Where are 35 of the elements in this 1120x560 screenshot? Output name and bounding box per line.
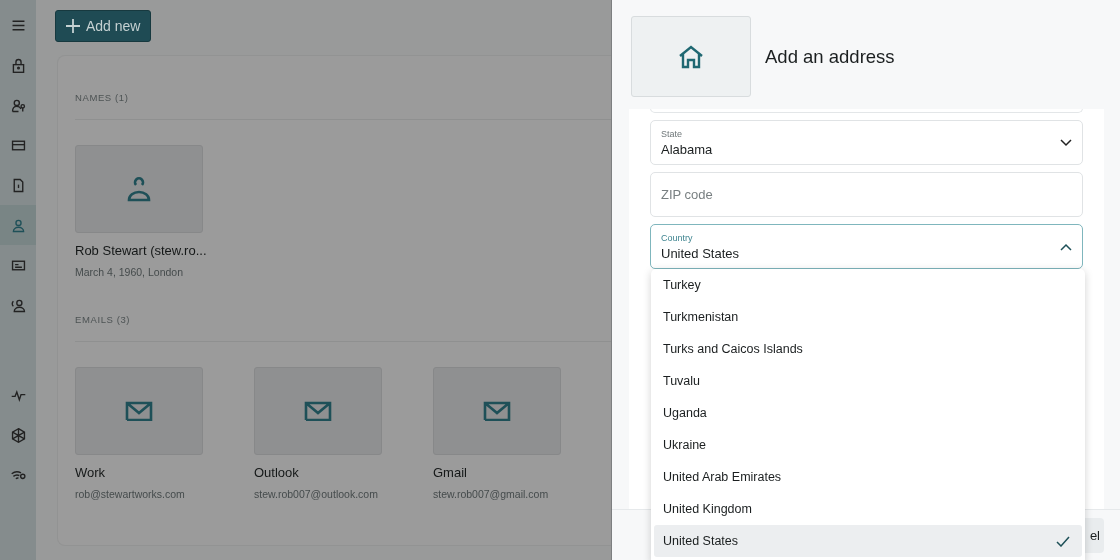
- email-tile[interactable]: [75, 367, 203, 455]
- cube-icon[interactable]: [9, 426, 27, 444]
- mail-icon: [125, 401, 153, 421]
- add-new-button[interactable]: Add new: [55, 10, 152, 42]
- input-field[interactable]: ZIP code: [650, 172, 1083, 217]
- chevron-icon: [1060, 138, 1072, 147]
- select-field[interactable]: Country United States: [650, 224, 1083, 269]
- mail-icon: [483, 401, 511, 421]
- dropdown-option[interactable]: Turkey: [654, 269, 1082, 301]
- tile-title: Work: [75, 465, 107, 480]
- name-tile[interactable]: [75, 145, 203, 233]
- dropdown-option[interactable]: Tuvalu: [654, 365, 1082, 397]
- mail-icon: [304, 401, 332, 421]
- dropdown-option[interactable]: Turks and Caicos Islands: [654, 333, 1082, 365]
- tile-subtitle: stew.rob007@gmail.com: [433, 488, 550, 500]
- tile-title: Gmail: [433, 465, 468, 480]
- email-tile[interactable]: [433, 367, 561, 455]
- email-tile[interactable]: [254, 367, 382, 455]
- dropdown-option[interactable]: United States: [654, 525, 1082, 557]
- drawer-title: Add an address: [765, 45, 895, 68]
- tile-subtitle: March 4, 1960, London: [75, 266, 184, 278]
- dropdown-option[interactable]: United Arab Emirates: [654, 461, 1082, 493]
- tile-subtitle: rob@stewartworks.com: [75, 488, 186, 500]
- chevron-icon: [1060, 242, 1072, 251]
- dropdown-option[interactable]: United Kingdom: [654, 493, 1082, 525]
- house-icon: [678, 44, 704, 69]
- plus-icon: [66, 19, 80, 33]
- select-field[interactable]: State Alabama: [650, 120, 1083, 165]
- tile-subtitle: stew.rob007@outlook.com: [254, 488, 379, 500]
- dropdown-option[interactable]: Uganda: [654, 397, 1082, 429]
- dropdown-option[interactable]: Turkmenistan: [654, 301, 1082, 333]
- tile-title: Outlook: [254, 465, 300, 480]
- check-icon: [1056, 535, 1070, 547]
- dropdown-option[interactable]: Ukraine: [654, 429, 1082, 461]
- person-icon: [127, 176, 151, 202]
